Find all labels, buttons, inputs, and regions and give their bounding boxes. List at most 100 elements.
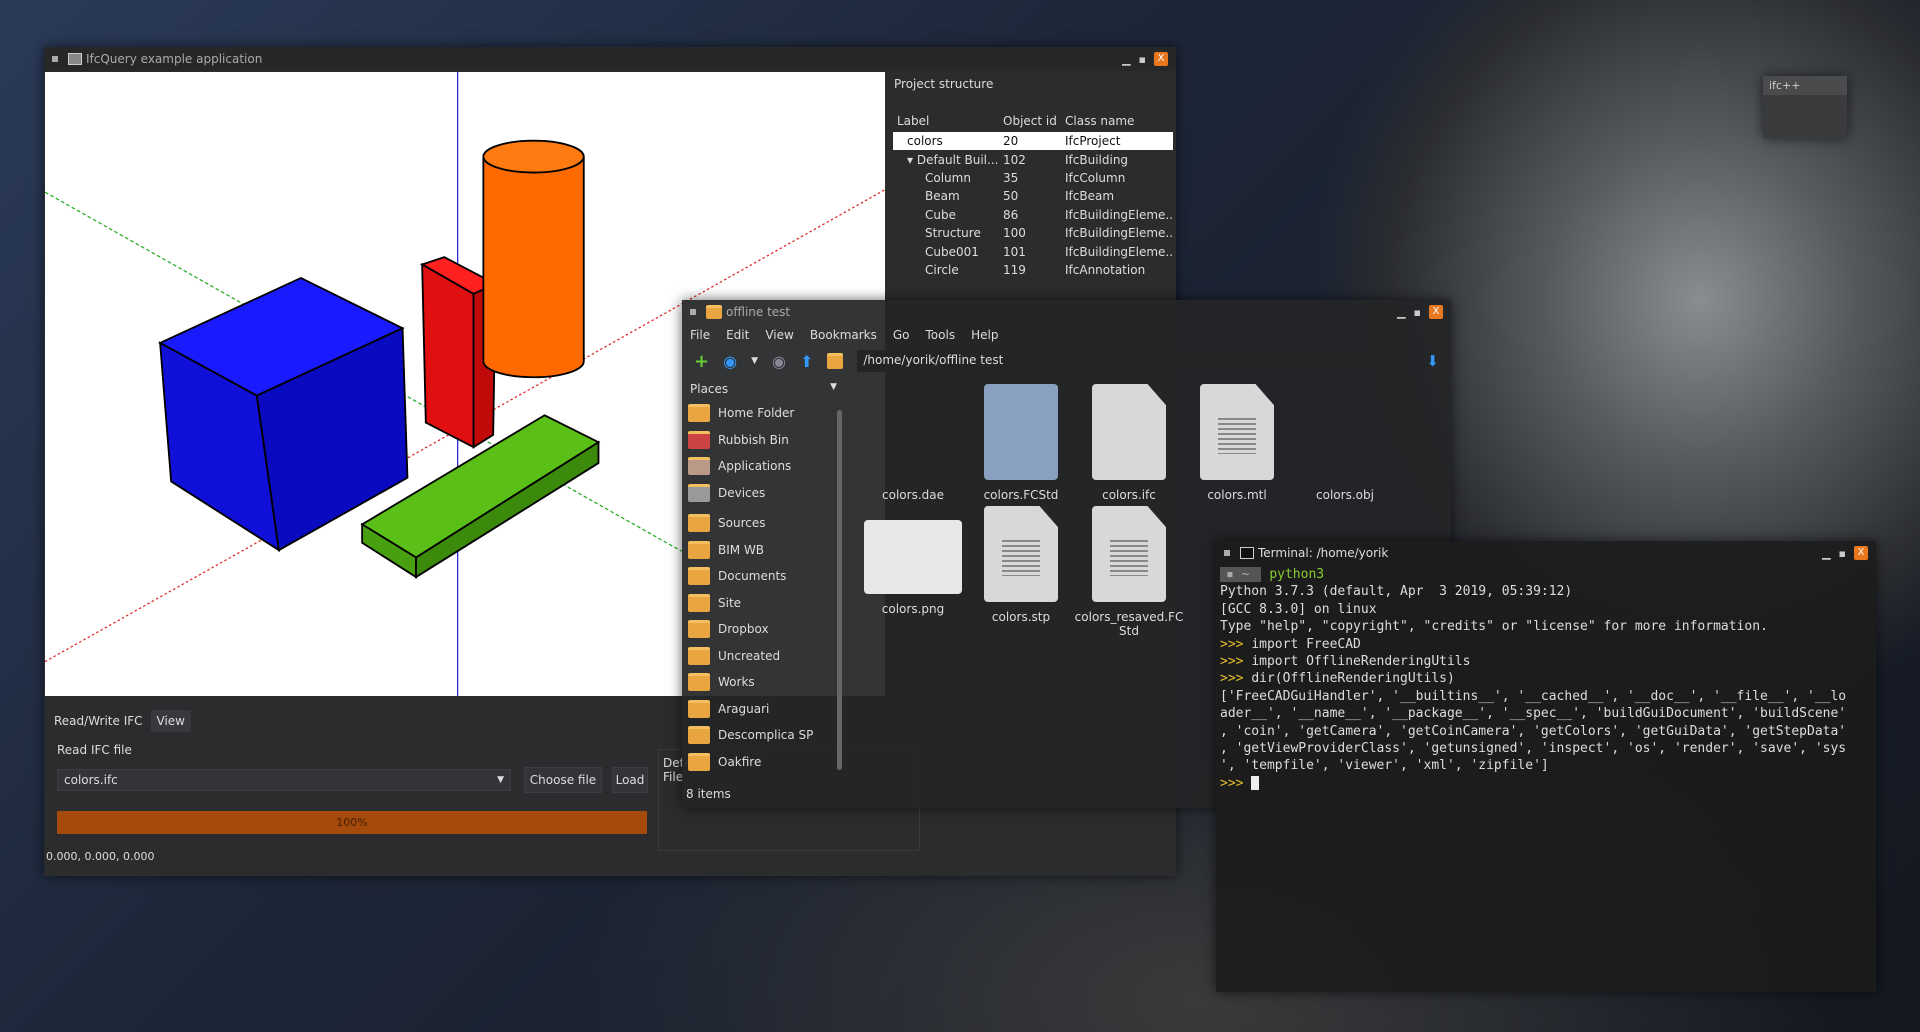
tree-row[interactable]: Beam 50 IfcBeam: [893, 187, 1173, 205]
places-header[interactable]: Places ▼: [682, 380, 845, 400]
file-icon: [1092, 384, 1166, 480]
up-icon[interactable]: ⬆: [800, 352, 813, 371]
maximize-button[interactable]: ▪: [1839, 547, 1846, 560]
file-icon: [1200, 384, 1274, 480]
row-class: IfcBeam: [1065, 189, 1115, 204]
sidebar-item[interactable]: Sources: [682, 510, 845, 537]
file-item[interactable]: colors.stp: [966, 506, 1076, 624]
row-label: Beam: [925, 189, 960, 204]
sidebar-item-label: Araguari: [718, 701, 770, 716]
minimize-button[interactable]: ▁: [1122, 53, 1130, 66]
sidebar-item[interactable]: Uncreated: [682, 643, 845, 670]
line-text: Type "help", "copyright", "credits" or "…: [1220, 619, 1768, 635]
line-text: Python 3.7.3 (default, Apr 3 2019, 05:39…: [1220, 584, 1573, 600]
ifcpp-window[interactable]: ifc++: [1763, 76, 1847, 138]
menu-help[interactable]: Help: [971, 328, 998, 342]
terminal-line: >>>: [1220, 776, 1872, 793]
menu-edit[interactable]: Edit: [726, 328, 749, 342]
row-label: Column: [925, 170, 971, 185]
file-combobox[interactable]: colors.ifc ▼: [57, 769, 511, 791]
go-icon[interactable]: ⬇: [1426, 352, 1439, 370]
minimize-button[interactable]: ▁: [1397, 306, 1405, 319]
blue-cube: [158, 276, 409, 552]
folder-icon: [688, 646, 710, 665]
path-field[interactable]: /home/yorik/offline test: [857, 350, 1413, 372]
menu-file[interactable]: File: [690, 328, 710, 342]
sidebar-item[interactable]: Site: [682, 590, 845, 617]
sidebar-scrollbar[interactable]: [837, 410, 842, 770]
file-item[interactable]: colors.mtl: [1182, 384, 1292, 502]
choose-file-button[interactable]: Choose file: [524, 767, 602, 793]
chevron-down-icon: ▼: [830, 382, 837, 392]
sidebar-item[interactable]: Applications: [682, 453, 845, 480]
maximize-button[interactable]: ▪: [1414, 306, 1421, 319]
folder-icon: [688, 404, 710, 423]
close-button[interactable]: X: [1429, 305, 1443, 319]
back-icon[interactable]: ◉: [723, 352, 737, 371]
sidebar-item-label: Home Folder: [718, 406, 795, 421]
sidebar-item[interactable]: Documents: [682, 563, 845, 590]
folder-icon: [688, 514, 710, 533]
sidebar-item[interactable]: Home Folder: [682, 400, 845, 427]
sidebar-item-label: Devices: [718, 485, 766, 500]
tree-row[interactable]: Structure 100 IfcBuildingEleme...: [893, 224, 1173, 242]
history-dropdown-icon[interactable]: ▼: [751, 356, 758, 366]
sidebar-item-label: Oakfire: [718, 754, 762, 769]
sidebar-item[interactable]: Araguari: [682, 696, 845, 723]
prompt: >>>: [1220, 671, 1252, 687]
sidebar-item[interactable]: Rubbish Bin: [682, 427, 845, 454]
sidebar-item-label: BIM WB: [718, 542, 765, 557]
sidebar-item[interactable]: Descomplica SP: [682, 722, 845, 749]
cursor: [1251, 776, 1260, 791]
row-class: IfcBuilding: [1065, 152, 1129, 167]
line-text: ', 'tempfile', 'viewer', 'xml', 'zipfile…: [1220, 758, 1549, 774]
sidebar-item[interactable]: Works: [682, 669, 845, 696]
sidebar-item[interactable]: Dropbox: [682, 616, 845, 643]
tree-row[interactable]: Cube001 101 IfcBuildingEleme...: [893, 242, 1173, 260]
tree-row[interactable]: Cube 86 IfcBuildingEleme...: [893, 206, 1173, 224]
terminal-line: >>> dir(OfflineRenderingUtils): [1220, 671, 1872, 688]
tree-row[interactable]: Circle 119 IfcAnnotation: [893, 261, 1173, 279]
folder-icon: [688, 726, 710, 745]
file-item[interactable]: colors.png: [858, 506, 968, 616]
row-class: IfcColumn: [1065, 170, 1126, 185]
menu-go[interactable]: Go: [893, 328, 910, 342]
toolbar: + ◉ ▼ ◉ ⬆ /home/yorik/offline test ⬇: [682, 346, 1451, 376]
tree-row[interactable]: ▾ Default Buil... 102 IfcBuilding: [893, 150, 1173, 168]
file-item[interactable]: colors.FCStd: [966, 384, 1076, 502]
menu-view[interactable]: View: [765, 328, 793, 342]
maximize-button[interactable]: ▪: [1139, 53, 1146, 66]
file-item[interactable]: colors_resaved.FCStd: [1074, 506, 1184, 638]
new-tab-icon[interactable]: +: [694, 351, 709, 372]
sidebar-item[interactable]: Oakfire: [682, 749, 845, 776]
terminal-output[interactable]: ▪ ~ python3 Python 3.7.3 (default, Apr 3…: [1216, 565, 1876, 795]
places-sidebar: Places ▼ Home Folder Rubbish Bin Applicatio…: [682, 380, 845, 780]
sidebar-item[interactable]: BIM WB: [682, 537, 845, 564]
file-name: colors.png: [881, 602, 945, 616]
menu-bookmarks[interactable]: Bookmarks: [810, 328, 877, 342]
project-tree[interactable]: Label Object id Class name colors 20 IfcProj…: [893, 110, 1173, 279]
home-icon[interactable]: [827, 353, 844, 369]
minimize-button[interactable]: ▁: [1822, 547, 1830, 560]
folder-icon: [706, 305, 722, 319]
sidebar-item[interactable]: Devices: [682, 480, 845, 507]
row-label: Cube: [925, 207, 956, 222]
row-class: IfcBuildingEleme...: [1065, 244, 1173, 259]
forward-icon[interactable]: ◉: [772, 352, 786, 371]
row-id: 101: [1003, 244, 1026, 259]
file-icon: [864, 520, 962, 594]
row-class: IfcProject: [1065, 134, 1121, 149]
tree-row[interactable]: colors 20 IfcProject: [893, 132, 1173, 151]
menu-tools[interactable]: Tools: [926, 328, 956, 342]
tree-row[interactable]: Column 35 IfcColumn: [893, 169, 1173, 187]
close-button[interactable]: X: [1154, 52, 1168, 66]
folder-icon: [688, 593, 710, 612]
load-button[interactable]: Load: [612, 767, 648, 793]
tab-read-write-ifc[interactable]: Read/Write IFC: [50, 710, 147, 732]
close-button[interactable]: X: [1854, 546, 1868, 560]
file-name: colors.mtl: [1207, 488, 1267, 502]
file-item[interactable]: colors.dae: [858, 384, 968, 502]
file-item[interactable]: colors.obj: [1290, 384, 1400, 502]
file-item[interactable]: colors.ifc: [1074, 384, 1184, 502]
tab-view[interactable]: View: [150, 710, 191, 732]
